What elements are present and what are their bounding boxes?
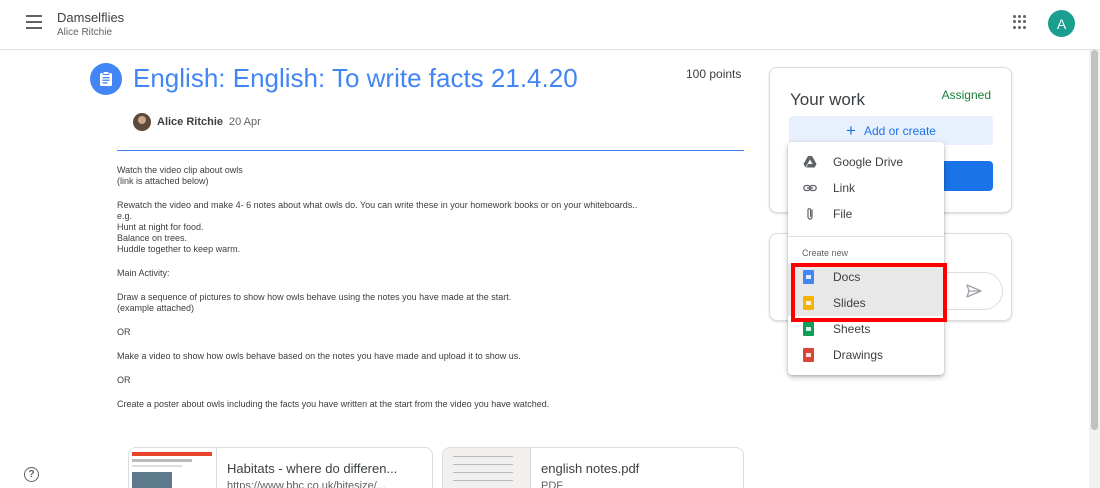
attachment-card-link[interactable]: Habitats - where do differen... https://…	[128, 447, 433, 488]
description-line: e.g.	[117, 211, 133, 221]
menu-item-sheets[interactable]: Sheets	[788, 316, 944, 342]
description-line: Draw a sequence of pictures to show how …	[117, 292, 512, 302]
sheets-icon	[803, 322, 814, 336]
attachment-type: PDF	[541, 480, 563, 488]
assignment-points: 100 points	[686, 67, 742, 81]
author-name: Alice Ritchie	[157, 116, 224, 128]
description-line: (link is attached below)	[117, 176, 209, 186]
send-icon[interactable]	[966, 284, 982, 298]
scrollbar-thumb[interactable]	[1091, 50, 1098, 430]
menu-item-label: File	[833, 207, 853, 221]
menu-item-google-drive[interactable]: Google Drive	[788, 149, 944, 175]
attachment-title: Habitats - where do differen...	[227, 461, 398, 476]
title-divider	[117, 150, 744, 151]
description-line: OR	[117, 327, 131, 337]
description-line: Watch the video clip about owls	[117, 165, 243, 175]
description-line: Main Activity:	[117, 268, 170, 278]
attachment-title: english notes.pdf	[541, 461, 640, 476]
menu-item-file[interactable]: File	[788, 201, 944, 227]
description-line: Balance on trees.	[117, 233, 188, 243]
attachment-thumbnail	[443, 448, 531, 488]
description-line: Rewatch the video and make 4- 6 notes ab…	[117, 200, 638, 210]
add-or-create-button[interactable]: + Add or create	[789, 116, 993, 145]
description-line: Huddle together to keep warm.	[117, 244, 241, 254]
docs-icon	[803, 270, 814, 284]
page-scrollbar[interactable]	[1089, 50, 1100, 488]
attachment-thumbnail	[129, 448, 217, 488]
menu-item-label: Slides	[833, 296, 866, 310]
author-avatar	[133, 113, 151, 131]
assignment-description: Watch the video clip about owls (link is…	[117, 165, 757, 423]
description-line: Create a poster about owls including the…	[117, 399, 550, 409]
assignment-icon	[90, 63, 122, 95]
attachment-card-pdf[interactable]: english notes.pdf PDF	[442, 447, 744, 488]
class-name[interactable]: Damselflies	[57, 10, 124, 25]
menu-item-slides[interactable]: Slides	[788, 290, 944, 316]
add-or-create-menu: Google Drive Link File Create new Docs S…	[788, 142, 944, 375]
class-teacher: Alice Ritchie	[57, 27, 113, 38]
slides-icon	[803, 296, 814, 310]
help-icon[interactable]: ?	[24, 467, 39, 482]
description-line: (example attached)	[117, 303, 195, 313]
menu-item-link[interactable]: Link	[788, 175, 944, 201]
account-avatar[interactable]: A	[1048, 10, 1075, 37]
paperclip-icon	[807, 208, 813, 220]
apps-grid-icon[interactable]	[1013, 15, 1027, 29]
top-bar: Damselflies Alice Ritchie A	[0, 0, 1100, 50]
menu-icon[interactable]	[26, 15, 42, 29]
status-badge: Assigned	[941, 88, 991, 102]
your-work-title: Your work	[790, 90, 865, 109]
plus-icon: +	[846, 121, 856, 140]
menu-item-label: Sheets	[833, 322, 871, 336]
menu-divider	[788, 236, 944, 237]
menu-item-label: Link	[833, 181, 856, 195]
menu-item-label: Docs	[833, 270, 861, 284]
menu-item-drawings[interactable]: Drawings	[788, 342, 944, 368]
attachment-url: https://www.bbc.co.uk/bitesize/...	[227, 480, 386, 488]
menu-item-label: Drawings	[833, 348, 884, 362]
menu-section-label: Create new	[802, 248, 849, 258]
drawings-icon	[803, 348, 814, 362]
description-line: OR	[117, 375, 131, 385]
google-drive-icon	[803, 156, 817, 168]
menu-item-label: Google Drive	[833, 155, 904, 169]
add-or-create-label: Add or create	[863, 123, 936, 138]
description-line: Hunt at night for food.	[117, 222, 204, 232]
menu-item-docs[interactable]: Docs	[788, 264, 944, 290]
description-line: Make a video to show how owls behave bas…	[117, 351, 521, 361]
assignment-title: English: English: To write facts 21.4.20	[133, 63, 578, 93]
link-icon	[803, 184, 817, 192]
post-date: 20 Apr	[229, 116, 261, 128]
